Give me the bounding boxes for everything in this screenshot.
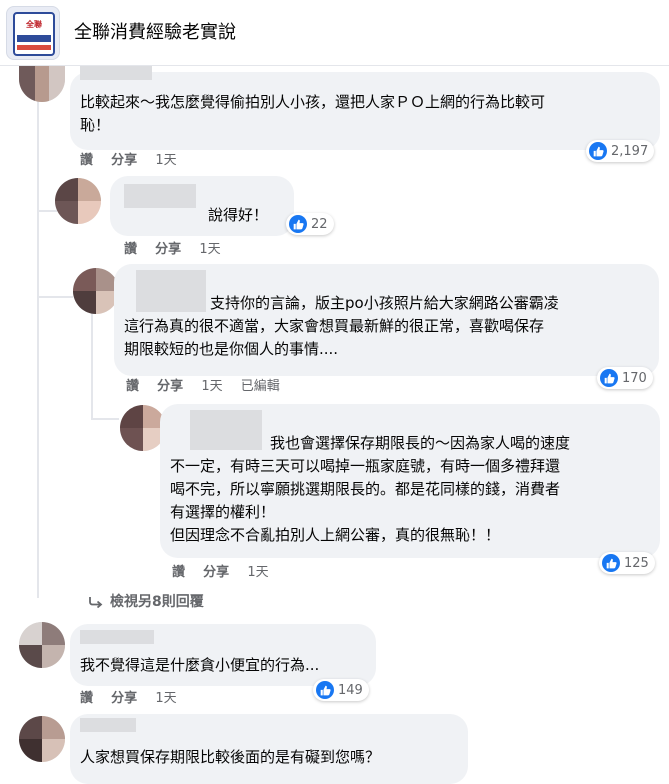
share-button[interactable]: 分享 [111,690,137,708]
timestamp[interactable]: 1天 [201,378,222,396]
comment-actions: 讚 分享 1天 [124,241,235,259]
like-icon [589,142,607,160]
reaction-count[interactable]: 22 [286,213,334,235]
like-button[interactable]: 讚 [80,690,93,708]
like-icon [602,554,620,572]
group-logo[interactable]: 全聯 [6,6,60,60]
comment-bubble: 支持你的言論，版主po小孩照片給大家網路公審霸凌 這行為真的很不適當，大家會想買… [114,264,659,376]
timestamp[interactable]: 1天 [155,690,176,708]
like-button[interactable]: 讚 [80,152,93,170]
thread-branch [37,296,73,298]
thread-branch [37,210,57,212]
reaction-count[interactable]: 170 [597,367,653,389]
comment-text: 比較起來～我怎麼覺得偷拍別人小孩，還把人家ＰＯ上網的行為比較可 恥！ [80,93,546,134]
comment-bubble: 人家想買保存期限比較後面的是有礙到您嗎？ [70,714,468,784]
timestamp[interactable]: 1天 [247,564,268,582]
avatar[interactable] [19,66,65,102]
comment-actions: 讚 分享 1天 [172,564,283,582]
avatar[interactable] [19,622,65,668]
reaction-count[interactable]: 2,197 [586,140,655,162]
comment-text: 說得好！ [208,206,269,224]
comment-actions: 讚 分享 1天 已編輯 [126,378,294,396]
edited-label: 已編輯 [240,379,280,394]
author-name-blurred[interactable] [80,66,152,80]
like-icon [289,215,307,233]
avatar[interactable] [19,716,65,762]
share-button[interactable]: 分享 [111,152,137,170]
author-name-blurred[interactable] [80,630,154,644]
thread-branch [91,418,119,420]
share-button[interactable]: 分享 [157,378,183,396]
comment-text: 支持你的言論，版主po小孩照片給大家網路公審霸凌 這行為真的很不適當，大家會想買… [124,294,559,358]
comment-bubble: 比較起來～我怎麼覺得偷拍別人小孩，還把人家ＰＯ上網的行為比較可 恥！ [70,66,660,150]
comment-bubble: 我不覺得這是什麼貪小便宜的行為... [70,624,376,686]
like-button[interactable]: 讚 [172,564,185,582]
comment-bubble: 我也會選擇保存期限長的～因為家人喝的速度 不一定，有時三天可以喝掉一瓶家庭號，有… [160,404,660,558]
share-button[interactable]: 分享 [155,241,181,259]
comment-text: 我也會選擇保存期限長的～因為家人喝的速度 不一定，有時三天可以喝掉一瓶家庭號，有… [170,434,571,544]
group-logo-text: 全聯 [26,20,42,29]
avatar[interactable] [73,268,119,314]
thread-line [37,100,39,598]
group-header: 全聯 全聯消費經驗老實說 [0,0,669,66]
author-name-blurred[interactable] [124,184,196,208]
share-button[interactable]: 分享 [203,564,229,582]
comment-actions: 讚 分享 1天 [80,152,191,170]
comment-actions: 讚 分享 1天 [80,690,191,708]
comment-text: 人家想買保存期限比較後面的是有礙到您嗎？ [80,748,381,766]
avatar[interactable] [55,178,101,224]
reaction-count[interactable]: 149 [313,679,369,701]
author-name-blurred[interactable] [80,718,136,732]
reply-arrow-icon [89,597,103,608]
like-icon [316,681,334,699]
timestamp[interactable]: 1天 [199,241,220,259]
like-button[interactable]: 讚 [124,241,137,259]
thread-line [91,312,93,420]
like-button[interactable]: 讚 [126,378,139,396]
reaction-count[interactable]: 125 [599,552,655,574]
like-icon [600,369,618,387]
group-title[interactable]: 全聯消費經驗老實說 [74,20,236,46]
view-more-replies[interactable]: 檢視另8則回覆 [88,592,204,612]
comment-bubble: 說得好！ [110,176,294,236]
timestamp[interactable]: 1天 [155,152,176,170]
comment-text: 我不覺得這是什麼貪小便宜的行為... [80,656,320,674]
